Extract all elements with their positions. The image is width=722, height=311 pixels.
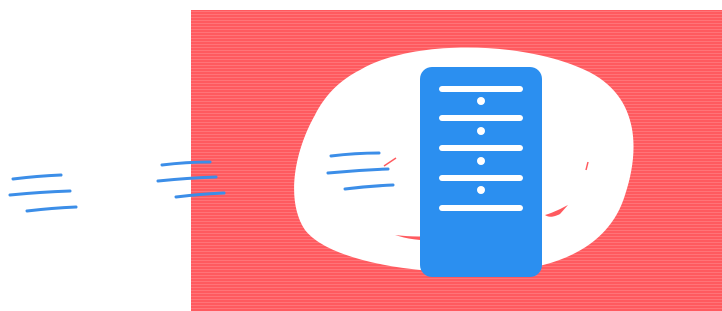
server-illustration [0, 0, 722, 311]
server-led-dot [477, 157, 485, 165]
speed-lines-icon [8, 173, 78, 213]
server-slot-line [439, 205, 523, 211]
server-led-dot [477, 186, 485, 194]
server-slot-line [439, 86, 523, 92]
server-slot-line [439, 175, 523, 181]
server-slot-line [439, 115, 523, 121]
server-led-dot [477, 127, 485, 135]
server-slot-line [439, 145, 523, 151]
server-icon [420, 67, 542, 277]
server-illustration-svg [8, 10, 722, 311]
server-led-dot [477, 97, 485, 105]
